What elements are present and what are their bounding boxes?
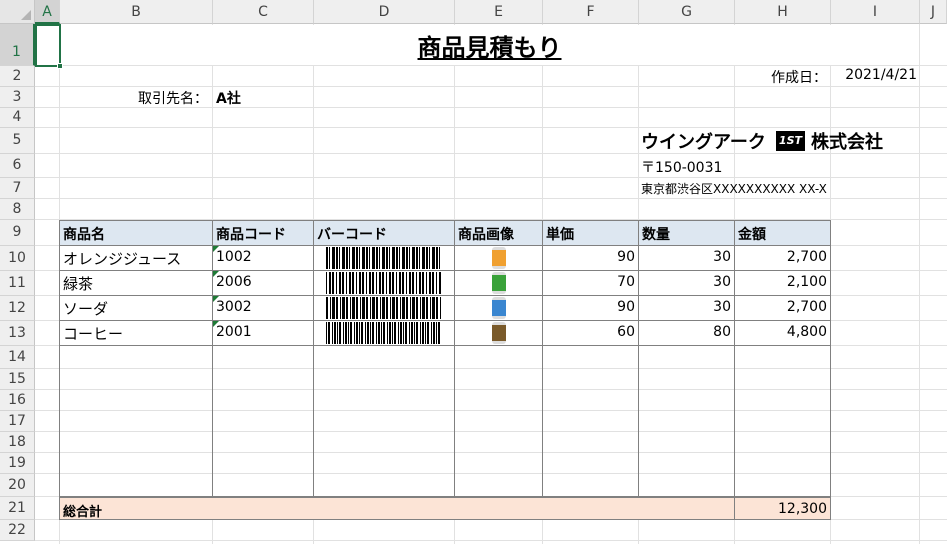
table-line: [734, 221, 735, 520]
table-line: [60, 295, 830, 296]
cell-amount[interactable]: 2,700: [735, 249, 827, 265]
cell-quantity[interactable]: 30: [639, 299, 731, 315]
company-suffix: 株式会社: [811, 132, 884, 153]
grid-line: [35, 65, 947, 66]
coffee-can-icon: [492, 322, 506, 344]
row-header-12[interactable]: 12: [0, 296, 35, 321]
header-product-name: 商品名: [63, 227, 105, 243]
column-header-h[interactable]: H: [735, 0, 831, 24]
client-label: 取引先名：: [138, 91, 208, 107]
column-header-f[interactable]: F: [543, 0, 639, 24]
grid-line: [35, 540, 947, 541]
cell-product-code[interactable]: 1002: [216, 249, 252, 265]
created-date-label: 作成日：: [771, 70, 827, 86]
table-line: [60, 270, 830, 271]
cell-amount[interactable]: 2,700: [735, 299, 827, 315]
header-unit-price: 単価: [546, 227, 574, 243]
row-header-11[interactable]: 11: [0, 271, 35, 296]
green-tea-can-icon: [492, 272, 506, 294]
header-barcode: バーコード: [317, 227, 387, 243]
postal-code: 〒150-0031: [641, 160, 723, 176]
table-line: [454, 221, 455, 496]
row-header-7[interactable]: 7: [0, 178, 35, 199]
cell-product-name[interactable]: ソーダ: [63, 298, 108, 319]
address: 東京都渋谷区XXXXXXXXXX XX-X: [641, 182, 827, 196]
row-header-5[interactable]: 5: [0, 128, 35, 154]
row-header-19[interactable]: 19: [0, 453, 35, 474]
row-header-1[interactable]: 1: [0, 24, 35, 66]
row-header-14[interactable]: 14: [0, 346, 35, 369]
company-name: ウイングアーク: [641, 132, 766, 153]
row-header-18[interactable]: 18: [0, 432, 35, 453]
row-header-17[interactable]: 17: [0, 411, 35, 432]
row-header-16[interactable]: 16: [0, 390, 35, 411]
row-header-20[interactable]: 20: [0, 474, 35, 497]
row-header-8[interactable]: 8: [0, 199, 35, 220]
header-product-code: 商品コード: [216, 227, 286, 243]
column-header-g[interactable]: G: [639, 0, 735, 24]
barcode-icon: [326, 247, 441, 269]
row-header-2[interactable]: 2: [0, 66, 35, 87]
grid-line: [919, 24, 920, 544]
cell-unit-price[interactable]: 90: [543, 299, 635, 315]
cell-amount[interactable]: 4,800: [735, 324, 827, 340]
column-header-c[interactable]: C: [213, 0, 314, 24]
table-line: [212, 221, 213, 496]
cell-quantity[interactable]: 80: [639, 324, 731, 340]
row-header-4[interactable]: 4: [0, 108, 35, 128]
cell-product-code[interactable]: 2006: [216, 274, 252, 290]
total-label: 総合計: [63, 505, 103, 520]
header-amount: 金額: [738, 227, 766, 243]
cell-product-code[interactable]: 2001: [216, 324, 252, 340]
header-quantity: 数量: [642, 227, 670, 243]
barcode-icon: [326, 297, 441, 319]
table-line: [60, 345, 830, 346]
cell-quantity[interactable]: 30: [639, 274, 731, 290]
table-line: [60, 496, 830, 498]
column-header-e[interactable]: E: [455, 0, 543, 24]
column-header-d[interactable]: D: [314, 0, 455, 24]
column-header-b[interactable]: B: [60, 0, 213, 24]
row-header-13[interactable]: 13: [0, 321, 35, 346]
row-header-22[interactable]: 22: [0, 520, 35, 541]
column-header-a[interactable]: A: [35, 0, 60, 24]
barcode-icon: [326, 272, 441, 294]
row-header-15[interactable]: 15: [0, 369, 35, 390]
soda-can-icon: [492, 297, 506, 319]
column-header-i[interactable]: I: [831, 0, 920, 24]
header-product-image: 商品画像: [458, 227, 514, 243]
row-header-10[interactable]: 10: [0, 246, 35, 271]
row-header-6[interactable]: 6: [0, 154, 35, 178]
total-value[interactable]: 12,300: [735, 501, 827, 517]
cell-product-code[interactable]: 3002: [216, 299, 252, 315]
page-title: 商品見積もり: [417, 34, 562, 62]
row-header-9[interactable]: 9: [0, 220, 35, 246]
cell-product-name[interactable]: コーヒー: [63, 323, 123, 344]
fill-handle[interactable]: [57, 63, 63, 69]
row-header-3[interactable]: 3: [0, 87, 35, 108]
grid-line: [35, 198, 947, 199]
cell-product-name[interactable]: 緑茶: [63, 273, 93, 294]
cell-amount[interactable]: 2,100: [735, 274, 827, 290]
select-all-corner[interactable]: [0, 0, 35, 24]
created-date-value: 2021/4/21: [845, 67, 917, 83]
cell-quantity[interactable]: 30: [639, 249, 731, 265]
row-header-21[interactable]: 21: [0, 497, 35, 520]
company-name-block: ウイングアーク 1ST 株式会社: [641, 128, 883, 154]
orange-can-icon: [492, 247, 506, 269]
client-value: A社: [216, 91, 241, 107]
table-line: [313, 221, 314, 496]
column-header-j[interactable]: J: [920, 0, 947, 24]
table-line: [60, 245, 830, 246]
cell-unit-price[interactable]: 90: [543, 249, 635, 265]
active-cell-a1[interactable]: [35, 24, 61, 67]
cell-unit-price[interactable]: 60: [543, 324, 635, 340]
company-logo: 1ST: [775, 131, 806, 151]
cell-product-name[interactable]: オレンジジュース: [63, 248, 181, 269]
grid-line: [35, 177, 947, 178]
table-line: [60, 320, 830, 321]
barcode-icon: [326, 322, 441, 344]
cell-unit-price[interactable]: 70: [543, 274, 635, 290]
